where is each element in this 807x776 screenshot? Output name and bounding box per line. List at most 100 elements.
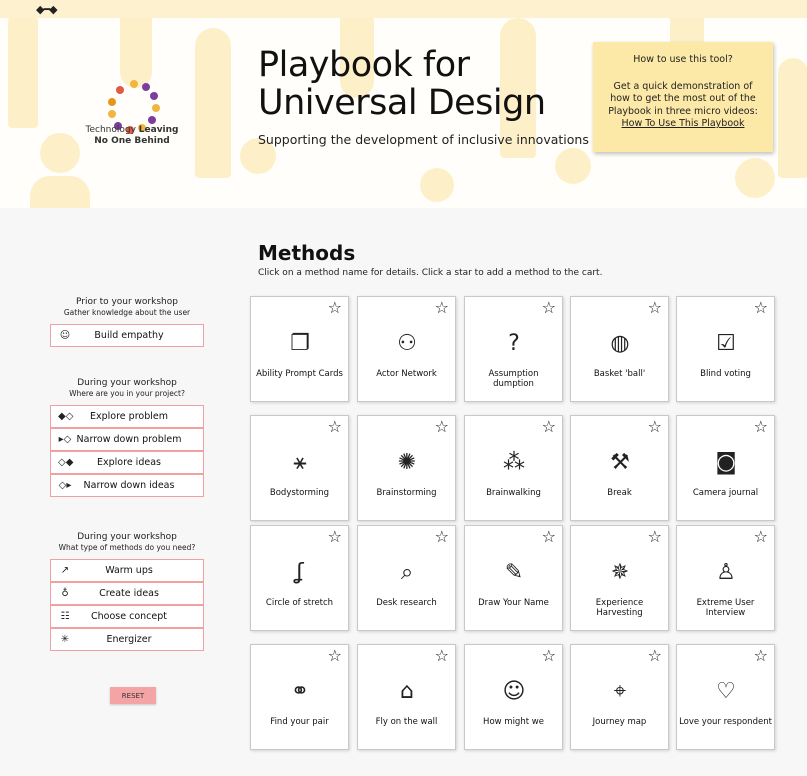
filter-warm-ups[interactable]: ↗ Warm ups [50,559,204,582]
method-name-link[interactable]: Camera journal [679,488,772,498]
method-card[interactable]: ☆ ☺ How might we [464,644,563,750]
section-title: Prior to your workshop [76,297,178,307]
star-icon[interactable]: ☆ [648,648,662,664]
method-card[interactable]: ☆ ✺ Brainstorming [357,415,456,521]
logo-dot [116,86,124,94]
method-card[interactable]: ☆? Assumption dumption [464,296,563,402]
method-card[interactable]: ☆ ✵ Experience Harvesting [570,525,669,631]
star-icon[interactable]: ☆ [435,419,449,435]
filter-narrow-ideas[interactable]: ◇▸ Narrow down ideas [50,474,204,497]
star-icon[interactable]: ☆ [648,529,662,545]
method-name-link[interactable]: Find your pair [253,717,346,727]
logo-text-pre: Technology [85,125,139,135]
method-card[interactable]: ☆ ⌂ Fly on the wall [357,644,456,750]
logo-text: Technology Leaving No One Behind [62,125,202,147]
method-name-link[interactable]: Break [573,488,666,498]
how-to-link[interactable]: How To Use This Playbook [622,118,745,129]
method-card[interactable]: ☆ ʆ Circle of stretch [250,525,349,631]
method-card[interactable]: ☆ ☑ Blind voting [676,296,775,402]
method-card[interactable]: ☆ ⁂ Brainwalking [464,415,563,521]
harvest-icon: ✵ [610,560,630,585]
sidebar-section-types: During your workshop What type of method… [50,532,204,651]
logo-dot [130,80,138,88]
ideas-circle-icon: ⁂ [503,450,525,475]
filter-label: Explore ideas [97,457,161,468]
sidebar-section-where: During your workshop Where are you in yo… [50,378,204,497]
sidebar-section-prior: Prior to your workshop Gather knowledge … [50,297,204,347]
filter-narrow-problem[interactable]: ▸◇ Narrow down problem [50,428,204,451]
method-name-link[interactable]: Journey map [573,717,666,727]
star-icon[interactable]: ☆ [754,300,768,316]
star-icon[interactable]: ☆ [542,648,556,664]
filter-build-empathy[interactable]: ☺ Build empathy [50,324,204,347]
reset-button[interactable]: RESET [110,687,156,704]
method-name-link[interactable]: Basket 'ball' [573,369,666,379]
bulb-icon: ♁ [61,588,69,599]
filter-explore-problem[interactable]: ◆◇ Explore problem [50,405,204,428]
filter-energizer[interactable]: ✳ Energizer [50,628,204,651]
star-icon[interactable]: ☆ [542,419,556,435]
cards-icon: ❐ [290,331,310,356]
narrow-problem-icon: ▸◇ [58,434,72,445]
hammer-icon: ⚒ [610,450,630,475]
method-name-link[interactable]: Blind voting [679,369,772,379]
method-card[interactable]: ☆ ⌖ Journey map [570,644,669,750]
method-name-link[interactable]: Bodystorming [253,488,346,498]
section-subtitle: What type of methods do you need? [58,543,196,552]
method-card[interactable]: ☆ ◙ Camera journal [676,415,775,521]
method-name-link[interactable]: Circle of stretch [253,598,346,608]
star-icon[interactable]: ☆ [328,648,342,664]
star-icon[interactable]: ☆ [328,300,342,316]
method-card[interactable]: ☆ ✎ Draw Your Name [464,525,563,631]
question-person-icon: ? [508,331,520,356]
method-name-link[interactable]: Ability Prompt Cards [253,369,346,379]
method-name-link[interactable]: Extreme User Interview [679,598,772,618]
method-name-link[interactable]: Draw Your Name [467,598,560,608]
section-subtitle: Where are you in your project? [69,389,185,398]
star-icon[interactable]: ☆ [754,648,768,664]
filter-label: Warm ups [105,565,153,576]
method-card[interactable]: ☆ ⚒ Break [570,415,669,521]
method-name-link[interactable]: Assumption dumption [467,369,560,389]
star-icon[interactable]: ☆ [435,300,449,316]
filter-create-ideas[interactable]: ♁ Create ideas [50,582,204,605]
star-icon[interactable]: ☆ [648,419,662,435]
method-card[interactable]: ☆ ⚇ Actor Network [357,296,456,402]
method-name-link[interactable]: Experience Harvesting [573,598,666,618]
method-name-link[interactable]: Fly on the wall [360,717,453,727]
method-name-link[interactable]: Brainwalking [467,488,560,498]
star-icon[interactable]: ☆ [542,529,556,545]
filter-label: Build empathy [94,330,164,341]
method-card[interactable]: ☆ ⚹ Bodystorming [250,415,349,521]
logo-dot [152,104,160,112]
method-card[interactable]: ☆ ⚭ Find your pair [250,644,349,750]
checklist-icon: ☷ [60,611,70,622]
star-icon[interactable]: ☆ [328,419,342,435]
method-card[interactable]: ☆ ♙ Extreme User Interview [676,525,775,631]
method-card[interactable]: ☆ ❐ Ability Prompt Cards [250,296,349,402]
method-name-link[interactable]: Brainstorming [360,488,453,498]
filter-choose-concept[interactable]: ☷ Choose concept [50,605,204,628]
star-icon[interactable]: ☆ [542,300,556,316]
method-name-link[interactable]: How might we [467,717,560,727]
star-icon[interactable]: ☆ [754,529,768,545]
fly-icon: ⌂ [400,679,414,704]
map-pin-icon: ⌖ [613,679,627,704]
star-icon[interactable]: ☆ [328,529,342,545]
page-title-line1: Playbook for [258,45,470,85]
head-silhouette [420,168,454,202]
method-name-link[interactable]: Actor Network [360,369,453,379]
filter-label: Energizer [106,634,152,645]
star-icon[interactable]: ☆ [435,648,449,664]
filter-label: Narrow down problem [76,434,182,445]
star-icon[interactable]: ☆ [648,300,662,316]
method-card[interactable]: ☆ ⌕ Desk research [357,525,456,631]
method-card[interactable]: ☆ ♡ Love your respondent [676,644,775,750]
method-card[interactable]: ☆ ◍ Basket 'ball' [570,296,669,402]
filter-explore-ideas[interactable]: ◇◆ Explore ideas [50,451,204,474]
method-name-link[interactable]: Desk research [360,598,453,608]
arrows-icon[interactable]: ◆━◆ [36,3,58,16]
star-icon[interactable]: ☆ [435,529,449,545]
method-name-link[interactable]: Love your respondent [679,717,772,727]
star-icon[interactable]: ☆ [754,419,768,435]
